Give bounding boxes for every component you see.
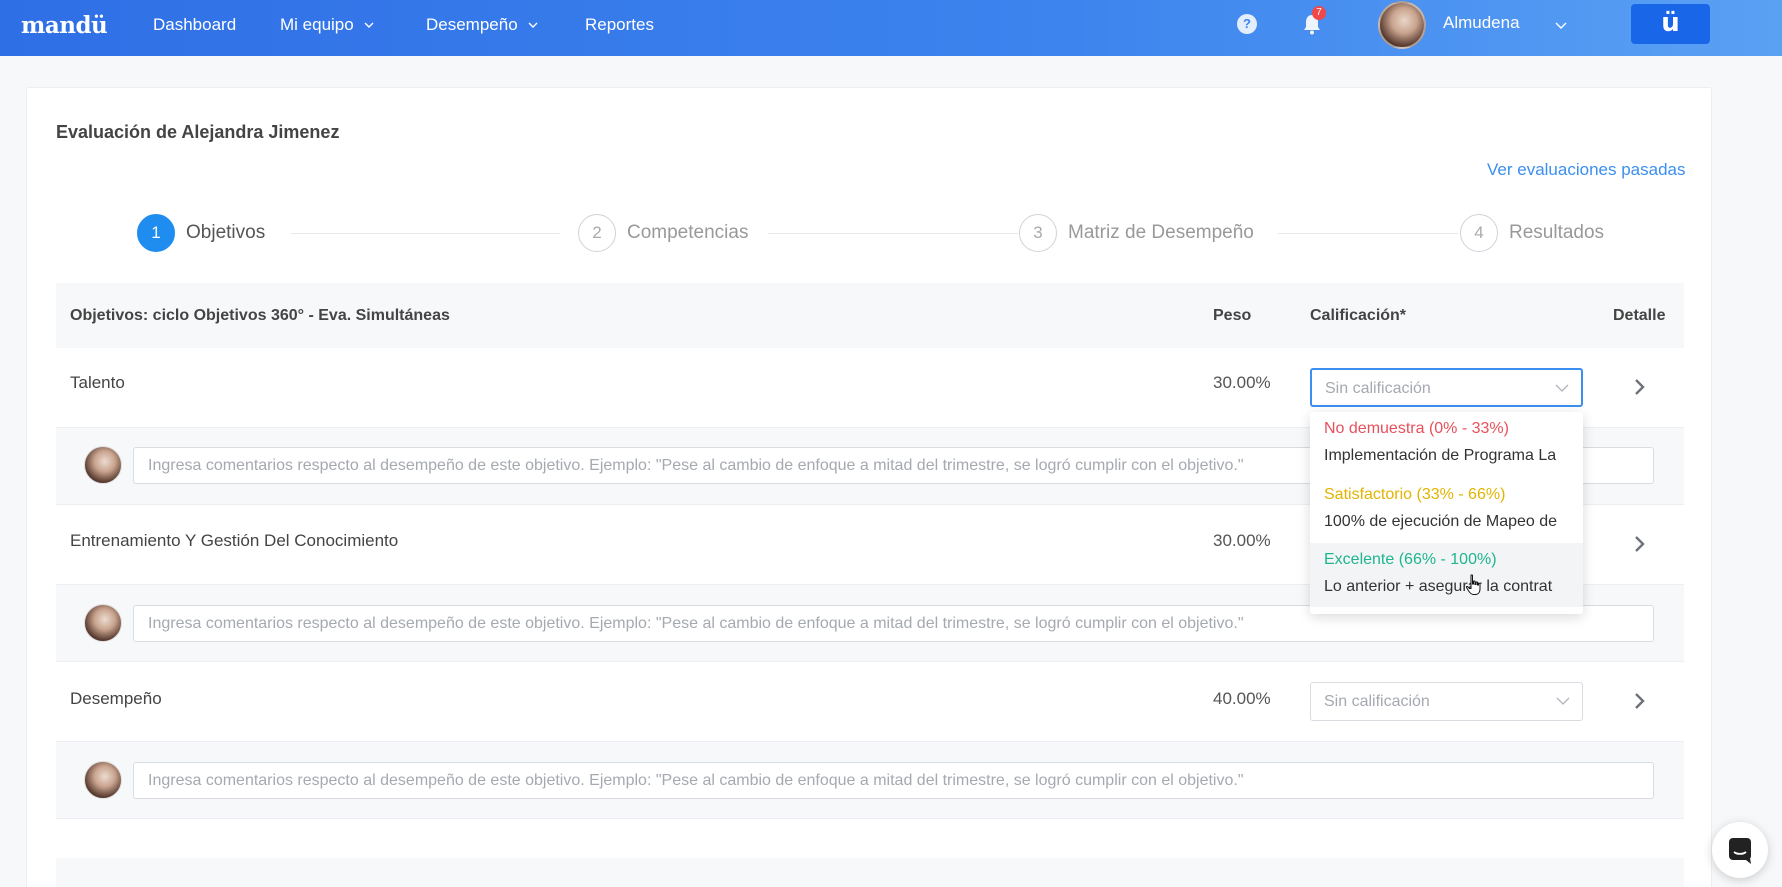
rating-select[interactable]: Sin calificación — [1310, 368, 1583, 407]
nav-desempeno-label: Desempeño — [426, 15, 518, 34]
nav-mi-equipo[interactable]: Mi equipo — [280, 15, 374, 35]
objective-weight: 30.00% — [1213, 531, 1271, 550]
mandu-logo[interactable]: mandü — [21, 12, 108, 39]
option-title: Excelente (66% - 100%) — [1324, 551, 1497, 568]
page-title: Evaluación de Alejandra Jimenez — [56, 122, 340, 142]
stepper-line — [291, 233, 560, 234]
step-number: 4 — [1460, 214, 1498, 252]
option-title: Satisfactorio (33% - 66%) — [1324, 486, 1506, 503]
avatar — [84, 604, 122, 642]
objectives-table-header: Objetivos: ciclo Objetivos 360° - Eva. S… — [56, 283, 1684, 348]
step-label: Competencias — [627, 222, 749, 243]
help-icon[interactable]: ? — [1237, 14, 1257, 34]
option-title: No demuestra (0% - 33%) — [1324, 420, 1509, 437]
rating-option-excelente[interactable]: Excelente (66% - 100%) Lo anterior + ase… — [1310, 543, 1583, 607]
rating-option-satisfactorio[interactable]: Satisfactorio (33% - 66%) 100% de ejecuc… — [1310, 478, 1583, 542]
chevron-right-icon[interactable] — [1634, 535, 1646, 553]
header-detalle: Detalle — [1613, 307, 1666, 324]
option-description: 100% de ejecución de Mapeo de — [1324, 513, 1558, 530]
chevron-down-icon — [364, 22, 374, 28]
step-number: 3 — [1019, 214, 1057, 252]
avatar — [84, 761, 122, 799]
objective-weight: 40.00% — [1213, 689, 1271, 708]
notification-badge: 7 — [1312, 6, 1326, 20]
brand-button[interactable]: ü — [1631, 4, 1710, 44]
option-description: Implementación de Programa La — [1324, 447, 1557, 464]
nav-dashboard[interactable]: Dashboard — [153, 15, 236, 35]
top-navbar: mandü Dashboard Mi equipo Desempeño Repo… — [0, 0, 1782, 56]
avatar — [84, 446, 122, 484]
header-objetivos: Objetivos: ciclo Objetivos 360° - Eva. S… — [70, 307, 450, 324]
option-description: Lo anterior + asegurar la contrat — [1324, 578, 1553, 595]
chevron-down-icon — [1556, 697, 1570, 705]
chevron-right-icon[interactable] — [1634, 378, 1646, 396]
chat-launcher-button[interactable] — [1712, 822, 1768, 878]
chevron-down-icon — [528, 22, 538, 28]
objective-name: Talento — [70, 373, 125, 392]
hand-pointer-icon — [1465, 574, 1481, 595]
rating-option-no-demuestra[interactable]: No demuestra (0% - 33%) Implementación d… — [1310, 412, 1583, 476]
objective-name: Entrenamiento Y Gestión Del Conocimiento — [70, 531, 399, 550]
step-label: Objetivos — [186, 222, 266, 243]
rating-select[interactable]: Sin calificación — [1310, 682, 1583, 721]
step-number: 2 — [578, 214, 616, 252]
stepper-line — [768, 233, 1018, 234]
step-number: 1 — [137, 214, 175, 252]
step-competencias[interactable]: 2 Competencias — [578, 214, 748, 252]
rating-dropdown: No demuestra (0% - 33%) Implementación d… — [1310, 412, 1583, 614]
step-resultados[interactable]: 4 Resultados — [1460, 214, 1604, 252]
stepper-line — [1278, 233, 1458, 234]
rating-select-value: Sin calificación — [1325, 380, 1431, 397]
user-avatar[interactable] — [1378, 1, 1426, 49]
nav-reportes[interactable]: Reportes — [585, 15, 654, 35]
chevron-down-icon[interactable] — [1555, 19, 1567, 31]
user-name[interactable]: Almudena — [1443, 13, 1520, 33]
nav-mi-equipo-label: Mi equipo — [280, 15, 354, 34]
nav-dashboard-label: Dashboard — [153, 15, 237, 34]
header-peso: Peso — [1213, 307, 1252, 324]
header-calificacion: Calificación* — [1310, 307, 1407, 324]
rating-select-value: Sin calificación — [1324, 693, 1430, 710]
nav-desempeno[interactable]: Desempeño — [426, 15, 538, 35]
nav-reportes-label: Reportes — [585, 15, 654, 34]
next-section — [56, 858, 1684, 887]
step-matriz-desempeno[interactable]: 3 Matriz de Desempeño — [1019, 214, 1254, 252]
objective-weight: 30.00% — [1213, 373, 1271, 392]
step-label: Matriz de Desempeño — [1068, 222, 1254, 243]
chevron-right-icon[interactable] — [1634, 692, 1646, 710]
comment-input[interactable] — [133, 762, 1654, 799]
objective-name: Desempeño — [70, 689, 162, 708]
chevron-down-icon — [1555, 384, 1569, 392]
step-label: Resultados — [1509, 222, 1605, 243]
past-evaluations-link[interactable]: Ver evaluaciones pasadas — [1487, 160, 1685, 180]
step-objetivos[interactable]: 1 Objetivos — [137, 214, 265, 252]
chat-icon — [1729, 838, 1751, 864]
